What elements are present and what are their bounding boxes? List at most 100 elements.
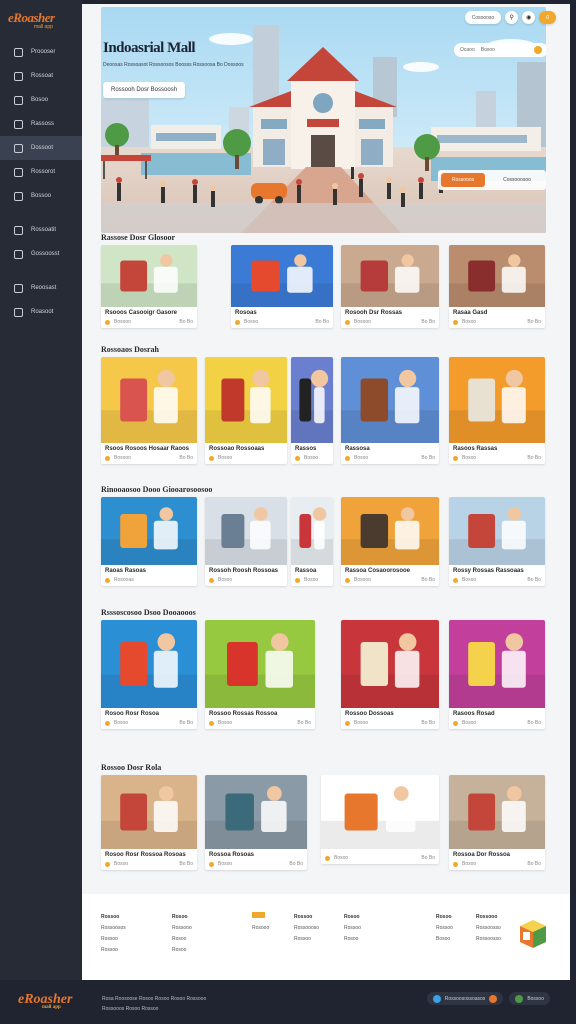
product-card[interactable]: Rossoa Rosoas Bosoo Bo Bo	[205, 775, 307, 870]
footer-link[interactable]: Rossoo	[101, 945, 126, 956]
brand-logo[interactable]: eRoasher mall app	[8, 10, 78, 32]
footer-link[interactable]: Rosoo	[172, 945, 192, 956]
app-store-button[interactable]: Rossoosossoasos	[426, 992, 504, 1005]
product-meta: Bosoo Bo Bo	[205, 858, 307, 870]
product-meta-label: Rosooas	[114, 577, 134, 583]
product-card[interactable]: Rassoa Bosoo	[291, 497, 333, 586]
footer-link[interactable]: Rosoo	[436, 912, 453, 923]
product-card[interactable]: Rosoo Rosr Rosoa Bosoo Bo Bo	[101, 620, 197, 729]
sidebar-item-label: Bosoo	[31, 97, 49, 103]
footer-link[interactable]: Rosoo	[344, 934, 361, 945]
sidebar-item-0[interactable]: Proooser	[0, 40, 82, 64]
product-meta: Bosoo Bo Bo	[449, 452, 545, 464]
search-go-icon[interactable]	[534, 46, 542, 54]
product-meta-right: Bo Bo	[289, 861, 303, 867]
footer-col-1: Rossoo Rossoosos Rossoo Rossoo	[101, 912, 126, 956]
sidebar-item-10[interactable]: Roasoot	[0, 300, 82, 324]
product-title: Rasoos Rassas	[453, 446, 498, 452]
product-card[interactable]: Rossoao Rossoaas Bosoo	[205, 357, 287, 464]
product-card[interactable]: Rsoos Rosoos Hosaar Raoos Bosooo Bo Bo	[101, 357, 197, 464]
product-title: Rassos	[295, 446, 317, 452]
product-section-0: Rassose Dosr Glosoor Rsooos Casooigr Gaso…	[101, 233, 547, 345]
product-image	[341, 620, 439, 708]
play-store-button[interactable]: Bossoo	[509, 992, 550, 1005]
sidebar-item-7[interactable]: Rossoatit	[0, 218, 82, 242]
product-image	[449, 775, 545, 849]
hero-cta-button[interactable]: Rossooh Dosr Bossoosh	[103, 82, 186, 98]
product-image	[101, 245, 197, 307]
footer-link[interactable]: Rosooo	[252, 923, 269, 934]
rating-icon	[105, 577, 110, 583]
nav-icon	[14, 95, 23, 105]
product-card[interactable]: Rossoa Dor Rossoa Bosoo Bo Bo	[449, 775, 545, 870]
sidebar-item-2[interactable]: Bosoo	[0, 88, 82, 112]
product-meta: Bosoo Bo Bo	[449, 717, 545, 729]
product-card[interactable]: Rossoo Rossas Rossoa Bosoo Bo Bo	[205, 620, 315, 729]
product-card[interactable]: Rossoo Dossoas Bosoo Bo Bo	[341, 620, 439, 729]
rating-icon	[295, 455, 300, 461]
sidebar-item-8[interactable]: Gossoosst	[0, 242, 82, 266]
bottom-links-row-1[interactable]: Rosa Roosoose Rosoo Rosoo Rosoo Rossooo	[102, 994, 206, 1004]
hero-secondary-button[interactable]: Cossooosoo	[491, 173, 543, 187]
sidebar-item-4[interactable]: Dossoot	[0, 136, 82, 160]
footer-link[interactable]: Rossooo	[172, 923, 192, 934]
product-meta: Bosoo	[205, 574, 287, 586]
product-card[interactable]: Rsooos Casooigr Gasore Bosooo Bo Bo	[101, 245, 197, 328]
footer-link[interactable]: Rosoo	[172, 934, 192, 945]
section-title: Rsssoscosoo Dsoo Dooaooos	[101, 608, 196, 617]
rating-icon	[453, 455, 458, 461]
hero-search-input[interactable]: Ocaoo Bosoo	[454, 43, 546, 57]
product-title: Rossoo Dossoas	[345, 711, 394, 717]
sidebar-item-1[interactable]: Rossoat	[0, 64, 82, 88]
product-card[interactable]: Rassosa Bosoo Bo Bo	[341, 357, 439, 464]
section-title: Rossoo Dosr Rola	[101, 763, 162, 772]
product-meta-label: Bosoo	[244, 319, 259, 325]
footer-link[interactable]: Rossoo	[101, 934, 126, 945]
footer-link[interactable]: Rosoo	[344, 912, 361, 923]
product-card[interactable]: Rasaa Gasd Bosoo Bo Bo	[449, 245, 545, 328]
product-card[interactable]: Rosooh Dsr Rossas Bosooo Bo Bo	[341, 245, 439, 328]
app-box-icon	[520, 920, 546, 948]
footer-logo[interactable]: eRoasher mall app	[18, 992, 72, 1010]
product-card[interactable]: Rasoos Rosad Bosoo Bo Bo	[449, 620, 545, 729]
product-card[interactable]: Bosoo Bo Bo	[321, 775, 439, 864]
search-icon[interactable]: ⚲	[505, 11, 519, 24]
sidebar-item-6[interactable]: Bossoo	[0, 184, 82, 208]
footer-link[interactable]: Rossoo	[344, 923, 361, 934]
product-meta-right: Bo Bo	[297, 720, 311, 726]
top-pill[interactable]: Cosoooso	[464, 11, 502, 24]
product-card[interactable]: Rassoa Cosaoorosooe Bosooo Bo Bo	[341, 497, 439, 586]
product-card[interactable]: Rassos Bosoo	[291, 357, 333, 464]
footer-link[interactable]: Bosoo	[436, 934, 453, 945]
sidebar-item-5[interactable]: Rossorot	[0, 160, 82, 184]
product-meta: Bosooo Bo Bo	[341, 316, 439, 328]
hero-primary-button[interactable]: Rossooos	[441, 173, 485, 187]
product-meta: Bosooo Bo Bo	[101, 316, 197, 328]
footer: Rossoo Rossoosos Rossoo Rossoo Rosoo Rossooo…	[82, 894, 570, 980]
footer-link[interactable]: Rossoosso	[476, 923, 501, 934]
bottom-actions: Rossoosossoasos Bossoo	[426, 992, 550, 1005]
footer-link[interactable]: Rossoo	[101, 912, 126, 923]
footer-link[interactable]: Rossoo	[436, 923, 453, 934]
product-card[interactable]: Raoas Rasoas Rosooas	[101, 497, 197, 586]
product-card[interactable]: Rasoos Rassas Bosoo Bo Bo	[449, 357, 545, 464]
footer-link[interactable]: Rossoooso	[294, 923, 319, 934]
product-card[interactable]: Rosoo Rosr Rossoa Rosoas Bosoo Bo Bo	[101, 775, 197, 870]
product-card[interactable]: Rossy Rossas Rassoaas Bosoo Bo Bo	[449, 497, 545, 586]
product-card[interactable]: Rossoh Roosh Rossoas Bosoo	[205, 497, 287, 586]
bottom-links-row-2[interactable]: Rossooos Rosoo Rossoo	[102, 1004, 206, 1014]
footer-link[interactable]: Rossoo	[294, 912, 319, 923]
bell-icon[interactable]: ◉	[522, 11, 536, 24]
product-title: Rassosa	[345, 446, 370, 452]
sidebar-item-3[interactable]: Rassoss	[0, 112, 82, 136]
section-title: Rinooaosoo Dooo Giooarosoosoo	[101, 485, 213, 494]
footer-link[interactable]: Rossooo	[476, 912, 501, 923]
product-image	[205, 775, 307, 849]
footer-link[interactable]: Rosoo	[172, 912, 192, 923]
footer-link[interactable]: Rossoo	[294, 934, 319, 945]
notification-badge[interactable]: 0	[539, 11, 556, 24]
product-card[interactable]: Rosoas Bosoo Bo Bo	[231, 245, 333, 328]
footer-link[interactable]: Rossoosso	[476, 934, 501, 945]
footer-link[interactable]: Rossoosos	[101, 923, 126, 934]
sidebar-item-9[interactable]: Reoosast	[0, 276, 82, 300]
